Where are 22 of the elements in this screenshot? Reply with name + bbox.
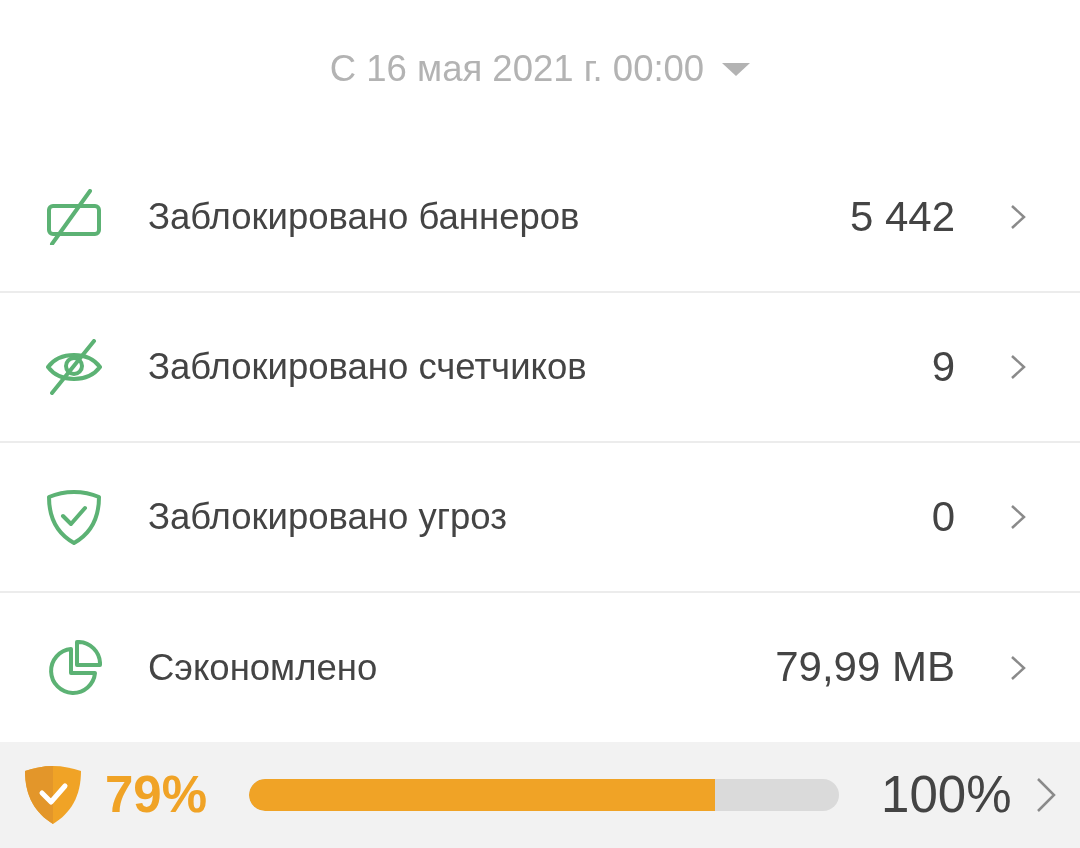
stat-value: 5 442: [849, 191, 955, 242]
chevron-right-icon: [1010, 504, 1026, 530]
chevron-right-icon: [1010, 654, 1026, 681]
stat-label: Заблокировано угроз: [148, 495, 508, 539]
chevron-right-icon: [1035, 777, 1056, 813]
stat-value: 79,99 MB: [775, 642, 955, 693]
shield-check-icon: [25, 766, 81, 824]
shield-check-icon: [46, 489, 102, 545]
stat-value: 9: [931, 341, 955, 392]
crossed-rectangle-icon: [46, 189, 102, 245]
protection-bar[interactable]: 79% 100%: [0, 742, 1080, 848]
protection-percent: 79%: [105, 765, 208, 826]
protection-max-label: 100%: [881, 765, 1012, 826]
chevron-right-icon: [1010, 204, 1026, 230]
caret-down-icon: [722, 63, 751, 76]
chevron-right-icon: [1010, 354, 1026, 380]
stat-label: Заблокировано баннеров: [148, 195, 581, 239]
stat-value: 0: [931, 491, 955, 542]
stat-label: Сэкономлено: [148, 645, 379, 690]
crossed-eye-icon: [46, 339, 102, 395]
stat-label: Заблокировано счетчиков: [148, 345, 588, 389]
pie-chart-icon: [46, 639, 102, 696]
